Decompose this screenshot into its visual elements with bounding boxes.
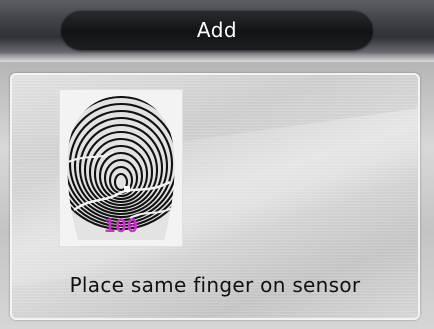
quality-value: 100 xyxy=(103,215,139,237)
instruction-text: Place same finger on sensor xyxy=(69,273,361,297)
screen-title: Add xyxy=(61,10,373,50)
enroll-panel: 100 Place same finger on sensor xyxy=(10,73,420,320)
fingerprint-preview: 100 xyxy=(59,89,183,247)
header-bar: Add xyxy=(0,0,434,62)
enroll-screen: Add 100 Place same finger on sensor xyxy=(0,0,434,329)
